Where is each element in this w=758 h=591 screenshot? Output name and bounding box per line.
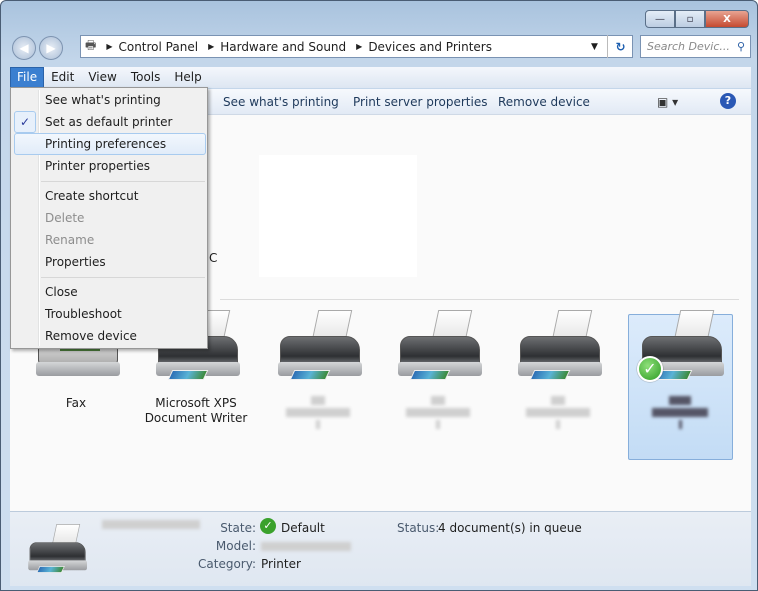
change-view-icon[interactable]: ▣ ▾ xyxy=(657,95,678,109)
menu-item-printing-preferences[interactable]: Printing preferences xyxy=(45,133,166,155)
breadcrumb-devices-and-printers[interactable]: Devices and Printers xyxy=(368,40,492,54)
search-placeholder: Search Devic... xyxy=(647,40,730,53)
menu-help[interactable]: Help xyxy=(167,67,208,88)
back-arrow-icon: ◀ xyxy=(19,41,29,55)
device-label-redacted xyxy=(625,396,735,429)
model-value-redacted xyxy=(261,542,351,551)
redacted-area xyxy=(259,155,417,277)
selected-printer-icon xyxy=(24,524,88,581)
menu-item-remove-device[interactable]: Remove device xyxy=(45,325,137,347)
default-check-icon: ✓ xyxy=(260,518,276,534)
maximize-button[interactable]: ▫ xyxy=(675,10,705,28)
device-label-redacted xyxy=(263,396,373,429)
breadcrumb-hardware-and-sound[interactable]: Hardware and Sound xyxy=(220,40,346,54)
menu-view[interactable]: View xyxy=(81,67,123,88)
menu-item-set-as-default-printer[interactable]: Set as default printer xyxy=(45,111,173,133)
device-label-redacted xyxy=(503,396,613,429)
printer-folder-icon: 🖶 xyxy=(85,38,97,52)
help-icon[interactable]: ? xyxy=(720,93,736,109)
menu-bar: File Edit View Tools Help xyxy=(10,67,751,88)
see-whats-printing-button[interactable]: See what's printing xyxy=(223,95,339,109)
refresh-button[interactable]: ↻ xyxy=(607,35,633,58)
default-check-icon: ✓ xyxy=(637,356,663,382)
menu-separator xyxy=(41,181,205,182)
device-label-partial: C xyxy=(209,251,218,265)
category-label: Category: xyxy=(198,557,256,571)
refresh-icon: ↻ xyxy=(615,39,626,54)
window-controls: — ▫ X xyxy=(645,10,749,28)
details-pane: State: ✓ Default Model: Category: Printe… xyxy=(10,511,751,586)
back-button[interactable]: ◀ xyxy=(12,36,36,60)
device-printer[interactable] xyxy=(383,310,493,432)
menu-item-troubleshoot[interactable]: Troubleshoot xyxy=(45,303,122,325)
menu-tools[interactable]: Tools xyxy=(124,67,168,88)
category-value: Printer xyxy=(261,557,301,571)
checkmark-icon: ✓ xyxy=(14,111,36,133)
printer-icon xyxy=(512,310,604,392)
breadcrumb-control-panel[interactable]: Control Panel xyxy=(118,40,198,54)
address-bar[interactable]: 🖶 ▶ Control Panel ▶ Hardware and Sound ▶ De… xyxy=(80,35,633,58)
remove-device-button[interactable]: Remove device xyxy=(498,95,590,109)
state-label: State: xyxy=(220,521,256,535)
device-printer[interactable] xyxy=(263,310,373,432)
close-button[interactable]: X xyxy=(705,10,749,28)
search-icon[interactable]: ⚲ xyxy=(737,40,745,53)
device-label: Fax xyxy=(65,396,87,410)
printer-icon xyxy=(272,310,364,392)
forward-arrow-icon: ▶ xyxy=(46,41,56,55)
device-default-printer[interactable]: ✓ xyxy=(625,310,735,432)
printer-icon xyxy=(392,310,484,392)
printer-icon: ✓ xyxy=(634,310,726,392)
device-printer[interactable] xyxy=(503,310,613,432)
section-divider xyxy=(220,299,739,300)
print-server-properties-button[interactable]: Print server properties xyxy=(353,95,487,109)
search-input[interactable]: Search Devic... ⚲ xyxy=(640,35,751,58)
state-value: Default xyxy=(281,521,325,535)
file-menu-dropdown: ✓ See what's printing Set as default pri… xyxy=(10,87,208,349)
menu-item-rename: Rename xyxy=(45,233,95,247)
menu-item-printer-properties[interactable]: Printer properties xyxy=(45,155,150,177)
menu-item-properties[interactable]: Properties xyxy=(45,251,106,273)
status-label: Status: xyxy=(397,521,440,535)
menu-item-see-whats-printing[interactable]: See what's printing xyxy=(45,89,161,111)
address-dropdown-icon[interactable]: ▼ xyxy=(591,42,598,52)
device-label: Microsoft XPS Document Writer xyxy=(144,396,248,425)
menu-file[interactable]: File xyxy=(10,67,45,88)
menu-separator xyxy=(41,277,205,278)
minimize-button[interactable]: — xyxy=(645,10,675,28)
menu-item-close[interactable]: Close xyxy=(45,281,78,303)
menu-item-create-shortcut[interactable]: Create shortcut xyxy=(45,185,138,207)
model-label: Model: xyxy=(215,539,256,553)
forward-button[interactable]: ▶ xyxy=(39,36,63,60)
menu-edit[interactable]: Edit xyxy=(44,67,81,88)
menu-item-delete: Delete xyxy=(45,211,85,225)
status-value: 4 document(s) in queue xyxy=(438,521,582,535)
device-label-redacted xyxy=(383,396,493,429)
